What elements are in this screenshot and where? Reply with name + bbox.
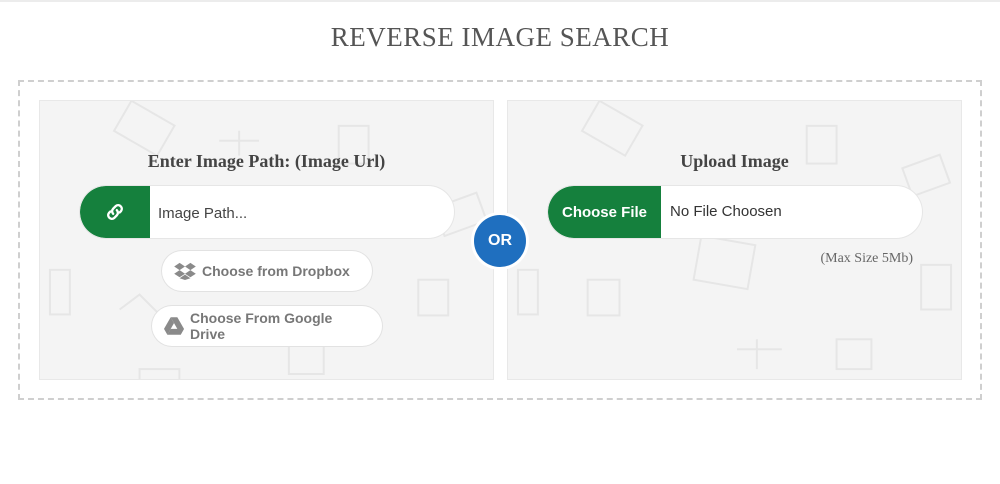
choose-file-button[interactable]: Choose File [548, 186, 661, 238]
max-size-note: (Max Size 5Mb) [820, 251, 913, 266]
url-panel: Enter Image Path: (Image Url) Image Path… [39, 100, 494, 380]
background-pattern [516, 101, 953, 371]
file-status-text: No File Choosen [670, 203, 782, 220]
url-panel-heading: Enter Image Path: (Image Url) [147, 151, 386, 171]
page-title: REVERSE IMAGE SEARCH [330, 22, 670, 52]
google-drive-label: Choose From Google Drive [190, 310, 333, 342]
image-url-row [80, 186, 454, 238]
image-url-input[interactable] [150, 186, 450, 238]
upload-panel-heading: Upload Image [680, 151, 789, 171]
top-divider [0, 0, 1000, 2]
link-icon [107, 204, 123, 220]
google-drive-icon [164, 317, 184, 335]
dropbox-label: Choose from Dropbox [202, 263, 350, 279]
dropbox-icon [174, 262, 196, 280]
or-separator: OR [474, 215, 526, 267]
file-upload-row: Choose File No File Choosen [548, 186, 922, 238]
upload-panel: Upload Image Choose File No File Choosen… [507, 100, 962, 380]
link-button[interactable] [80, 186, 150, 238]
choose-google-drive-button[interactable]: Choose From Google Drive [152, 306, 382, 346]
choose-dropbox-button[interactable]: Choose from Dropbox [162, 251, 372, 291]
